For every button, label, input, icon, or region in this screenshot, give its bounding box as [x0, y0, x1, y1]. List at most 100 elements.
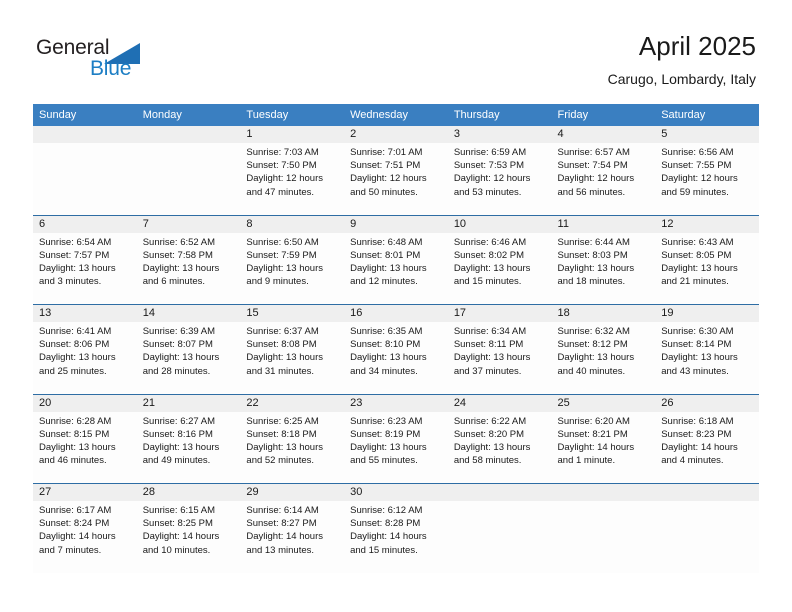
day-cell[interactable]: Sunrise: 7:01 AM Sunset: 7:51 PM Dayligh…: [344, 143, 448, 215]
day-number[interactable]: 7: [136, 214, 241, 233]
day-cell[interactable]: Sunrise: 6:39 AM Sunset: 8:07 PM Dayligh…: [136, 322, 241, 394]
sunrise-text: Sunrise: 6:57 AM: [557, 147, 630, 158]
day-cell[interactable]: Sunrise: 6:17 AM Sunset: 8:24 PM Dayligh…: [33, 501, 137, 573]
day-number[interactable]: 18: [551, 304, 656, 322]
day-number[interactable]: 14: [136, 304, 241, 322]
daylight-text-line1: Daylight: 13 hours: [661, 262, 738, 274]
sunset-text: Sunset: 8:21 PM: [557, 428, 628, 440]
daylight-text-line2: and 12 minutes.: [350, 276, 418, 288]
day-number[interactable]: [136, 126, 241, 143]
day-cell[interactable]: Sunrise: 6:43 AM Sunset: 8:05 PM Dayligh…: [655, 232, 759, 305]
day-number[interactable]: 10: [447, 214, 552, 233]
daylight-text-line2: and 15 minutes.: [453, 276, 522, 288]
day-cell[interactable]: Sunrise: 6:25 AM Sunset: 8:18 PM Dayligh…: [240, 411, 345, 484]
daylight-text-line2: and 1 minute.: [557, 455, 616, 467]
day-cell[interactable]: Sunrise: 6:32 AM Sunset: 8:12 PM Dayligh…: [551, 322, 656, 394]
weekday-header-sunday: Sunday: [33, 104, 137, 126]
daylight-text-line1: Daylight: 13 hours: [453, 262, 531, 274]
day-number[interactable]: 1: [240, 126, 345, 143]
day-cell[interactable]: Sunrise: 6:59 AM Sunset: 7:53 PM Dayligh…: [447, 143, 552, 215]
day-cell[interactable]: Sunrise: 6:27 AM Sunset: 8:16 PM Dayligh…: [136, 411, 241, 484]
day-cell[interactable]: Sunrise: 6:44 AM Sunset: 8:03 PM Dayligh…: [551, 232, 656, 305]
day-number[interactable]: 3: [447, 126, 552, 143]
day-number[interactable]: 6: [33, 214, 137, 233]
day-cell-empty: [655, 501, 759, 573]
title-block: April 2025 Carugo, Lombardy, Italy: [608, 30, 756, 88]
page-subtitle: Carugo, Lombardy, Italy: [607, 71, 756, 87]
day-number[interactable]: 22: [240, 393, 345, 412]
day-number[interactable]: 16: [344, 304, 448, 322]
day-cell[interactable]: Sunrise: 6:28 AM Sunset: 8:15 PM Dayligh…: [33, 411, 137, 484]
day-number[interactable]: 19: [655, 304, 759, 322]
day-number[interactable]: 30: [344, 483, 448, 501]
day-number[interactable]: 12: [655, 214, 759, 233]
day-cell[interactable]: Sunrise: 6:37 AM Sunset: 8:08 PM Dayligh…: [240, 322, 345, 394]
day-number[interactable]: 25: [551, 393, 656, 412]
day-cell-empty: [447, 501, 552, 573]
day-cell[interactable]: Sunrise: 6:41 AM Sunset: 8:06 PM Dayligh…: [33, 322, 137, 394]
day-number[interactable]: 13: [33, 304, 137, 322]
day-cell[interactable]: Sunrise: 6:48 AM Sunset: 8:01 PM Dayligh…: [344, 232, 448, 305]
sunrise-text: Sunrise: 6:28 AM: [39, 415, 112, 427]
day-number[interactable]: 17: [447, 304, 552, 322]
day-number[interactable]: 27: [33, 483, 137, 501]
day-number[interactable]: 23: [344, 393, 448, 412]
daylight-text-line2: and 31 minutes.: [246, 365, 315, 377]
sunset-text: Sunset: 8:15 PM: [39, 428, 110, 440]
day-number[interactable]: [551, 483, 656, 501]
week-2-daynumbers: 6 7 8 9 10 11 12: [33, 214, 759, 233]
daylight-text-line1: Daylight: 14 hours: [246, 531, 323, 543]
day-cell[interactable]: Sunrise: 6:15 AM Sunset: 8:25 PM Dayligh…: [136, 501, 241, 573]
day-number[interactable]: [447, 483, 552, 501]
day-number[interactable]: 29: [240, 483, 345, 501]
daylight-text-line2: and 43 minutes.: [661, 365, 729, 377]
day-number[interactable]: 20: [33, 393, 137, 412]
day-cell[interactable]: Sunrise: 6:56 AM Sunset: 7:55 PM Dayligh…: [655, 143, 759, 215]
day-number[interactable]: [655, 483, 759, 501]
day-cell[interactable]: Sunrise: 6:23 AM Sunset: 8:19 PM Dayligh…: [344, 411, 448, 484]
day-cell[interactable]: Sunrise: 6:20 AM Sunset: 8:21 PM Dayligh…: [551, 411, 656, 484]
day-number[interactable]: 5: [655, 126, 759, 143]
day-cell[interactable]: Sunrise: 6:46 AM Sunset: 8:02 PM Dayligh…: [447, 232, 552, 305]
day-cell[interactable]: Sunrise: 6:22 AM Sunset: 8:20 PM Dayligh…: [447, 411, 552, 484]
day-cell[interactable]: Sunrise: 6:14 AM Sunset: 8:27 PM Dayligh…: [240, 501, 345, 573]
page-title: April 2025: [638, 31, 756, 61]
day-cell[interactable]: Sunrise: 6:30 AM Sunset: 8:14 PM Dayligh…: [655, 322, 759, 394]
daylight-text-line1: Daylight: 13 hours: [142, 352, 220, 364]
daylight-text-line2: and 46 minutes.: [39, 455, 107, 467]
day-number[interactable]: 8: [240, 214, 345, 233]
day-number[interactable]: 9: [344, 214, 448, 233]
day-number[interactable]: 24: [447, 393, 552, 412]
day-number[interactable]: 15: [240, 304, 345, 322]
day-cell[interactable]: Sunrise: 6:18 AM Sunset: 8:23 PM Dayligh…: [655, 411, 759, 484]
day-number[interactable]: 4: [551, 126, 656, 143]
day-cell[interactable]: Sunrise: 6:52 AM Sunset: 7:58 PM Dayligh…: [136, 232, 241, 305]
day-cell[interactable]: Sunrise: 6:35 AM Sunset: 8:10 PM Dayligh…: [344, 322, 448, 394]
calendar-page: General Blue April 2025 Carugo, Lombardy…: [0, 0, 792, 612]
day-cell[interactable]: Sunrise: 7:03 AM Sunset: 7:50 PM Dayligh…: [240, 143, 345, 215]
general-blue-logo[interactable]: General Blue: [36, 36, 166, 82]
daylight-text-line2: and 9 minutes.: [246, 276, 309, 288]
daylight-text-line2: and 47 minutes.: [246, 186, 315, 198]
day-cell[interactable]: Sunrise: 6:50 AM Sunset: 7:59 PM Dayligh…: [240, 232, 345, 305]
sunrise-text: Sunrise: 6:14 AM: [246, 505, 319, 516]
daylight-text-line1: Daylight: 12 hours: [661, 173, 738, 185]
day-cell[interactable]: Sunrise: 6:34 AM Sunset: 8:11 PM Dayligh…: [447, 322, 552, 394]
day-number[interactable]: 2: [344, 126, 448, 143]
day-cell[interactable]: Sunrise: 6:12 AM Sunset: 8:28 PM Dayligh…: [344, 501, 448, 573]
day-number[interactable]: 26: [655, 393, 759, 412]
sunrise-text: Sunrise: 6:32 AM: [557, 326, 630, 337]
daylight-text-line1: Daylight: 13 hours: [557, 352, 635, 364]
daylight-text-line2: and 4 minutes.: [661, 455, 724, 467]
day-number[interactable]: 28: [136, 483, 241, 501]
day-cell-empty: [136, 143, 241, 215]
day-cell[interactable]: Sunrise: 6:54 AM Sunset: 7:57 PM Dayligh…: [33, 232, 137, 305]
day-number[interactable]: [33, 126, 137, 143]
calendar-week-row: 20 21 22 23 24 25 26 Sunrise: 6:28 AM Su…: [33, 393, 759, 484]
daylight-text-line2: and 37 minutes.: [453, 365, 522, 377]
day-number[interactable]: 11: [551, 214, 656, 233]
daylight-text-line1: Daylight: 13 hours: [142, 441, 220, 453]
day-cell-empty: [551, 501, 656, 573]
day-cell[interactable]: Sunrise: 6:57 AM Sunset: 7:54 PM Dayligh…: [551, 143, 656, 215]
day-number[interactable]: 21: [136, 393, 241, 412]
